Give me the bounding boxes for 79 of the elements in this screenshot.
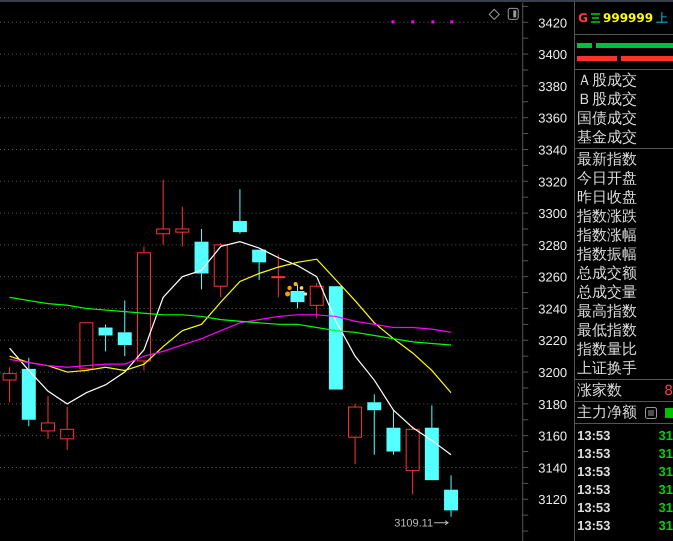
axis-tick-label: 3340 bbox=[538, 142, 568, 158]
axis-tick-label: 3360 bbox=[538, 110, 568, 126]
candlestick bbox=[41, 395, 55, 440]
axis-tick-label: 3280 bbox=[538, 238, 568, 253]
candlestick bbox=[118, 300, 132, 357]
candlestick bbox=[386, 410, 400, 456]
candlestick bbox=[367, 394, 382, 456]
axis-tick-label: 3400 bbox=[538, 47, 568, 62]
sparkle-icon bbox=[285, 282, 308, 296]
field-label: 今日开盘 bbox=[577, 169, 638, 188]
axis-tick-label: 3160 bbox=[538, 428, 568, 444]
candlestick bbox=[444, 474, 458, 518]
field-label: 上证换手 bbox=[577, 359, 638, 378]
tick-time: 13:53 bbox=[577, 428, 610, 442]
field-label: 最新指数 bbox=[577, 150, 638, 169]
axis-tick-label: 3260 bbox=[538, 270, 568, 285]
field-label: 总成交额 bbox=[577, 264, 638, 283]
field-value: 8 bbox=[664, 382, 673, 398]
axis-tick-label: 3220 bbox=[538, 333, 568, 348]
panel-toggle-icon[interactable] bbox=[508, 8, 519, 20]
candlestick bbox=[406, 426, 420, 495]
field-label: 总成交量 bbox=[577, 283, 638, 302]
axis-tick-label: 3320 bbox=[538, 174, 568, 190]
tick-value: 31 bbox=[658, 482, 673, 496]
candlestick bbox=[194, 228, 209, 290]
candlestick bbox=[271, 254, 286, 298]
index-name: 上 bbox=[656, 10, 668, 26]
candlestick bbox=[175, 206, 190, 247]
list-icon[interactable] bbox=[591, 13, 600, 23]
tick-time: 13:53 bbox=[577, 464, 610, 478]
flow-bar bbox=[664, 408, 673, 418]
tick-value: 31 bbox=[658, 518, 673, 532]
axis-tick-label: 3420 bbox=[538, 15, 568, 30]
axis-tick-label: 3300 bbox=[538, 206, 568, 222]
arrow-icon bbox=[434, 520, 449, 526]
field-label: Ｂ股成交 bbox=[577, 90, 638, 109]
diamond-icon[interactable] bbox=[488, 8, 500, 20]
axis-tick-label: 3200 bbox=[538, 365, 568, 380]
field-label: 基金成交 bbox=[577, 128, 638, 147]
candlestick bbox=[79, 322, 94, 370]
tick-value: 31 bbox=[658, 464, 673, 478]
axis-tick-label: 3240 bbox=[538, 301, 568, 316]
candlestick bbox=[22, 357, 36, 427]
low-price-label: 3109.11 bbox=[394, 518, 434, 530]
candlestick bbox=[2, 366, 17, 403]
tick-value: 31 bbox=[658, 428, 673, 442]
field-label: 指数振幅 bbox=[577, 245, 638, 264]
field-label: 最低指数 bbox=[577, 321, 638, 340]
field-label: Ａ股成交 bbox=[577, 71, 638, 90]
list-icon[interactable] bbox=[645, 406, 658, 418]
tick-time: 13:53 bbox=[577, 518, 610, 532]
tick-time: 13:53 bbox=[577, 482, 610, 496]
field-label: 指数涨幅 bbox=[577, 226, 638, 245]
market-flag-label: G bbox=[578, 11, 588, 25]
candlestick bbox=[290, 284, 304, 309]
field-label: 主力净额 bbox=[577, 403, 638, 422]
tick-time: 13:53 bbox=[577, 500, 610, 514]
candlestick bbox=[348, 403, 362, 465]
field-label: 最高指数 bbox=[577, 302, 638, 321]
field-label: 国债成交 bbox=[577, 109, 638, 128]
tick-value: 31 bbox=[658, 446, 673, 460]
field-label: 涨家数 bbox=[577, 381, 622, 400]
index-code: 999999 bbox=[603, 11, 654, 25]
field-label: 昨日收盘 bbox=[577, 188, 638, 207]
axis-tick-label: 3180 bbox=[538, 396, 568, 412]
tick-time: 13:53 bbox=[577, 446, 610, 460]
candlestick bbox=[310, 282, 324, 318]
field-label: 指数量比 bbox=[577, 340, 638, 359]
candlestick bbox=[156, 179, 170, 246]
candlestick bbox=[98, 324, 113, 352]
axis-tick-label: 3140 bbox=[538, 460, 568, 476]
tick-value: 31 bbox=[658, 500, 673, 514]
axis-tick-label: 3120 bbox=[538, 492, 568, 508]
candlestick bbox=[252, 249, 266, 280]
candlestick bbox=[60, 406, 74, 450]
candlestick bbox=[214, 242, 228, 298]
candlestick bbox=[232, 188, 247, 234]
axis-tick-label: 3380 bbox=[538, 78, 568, 94]
field-label: 指数涨跌 bbox=[577, 207, 638, 226]
